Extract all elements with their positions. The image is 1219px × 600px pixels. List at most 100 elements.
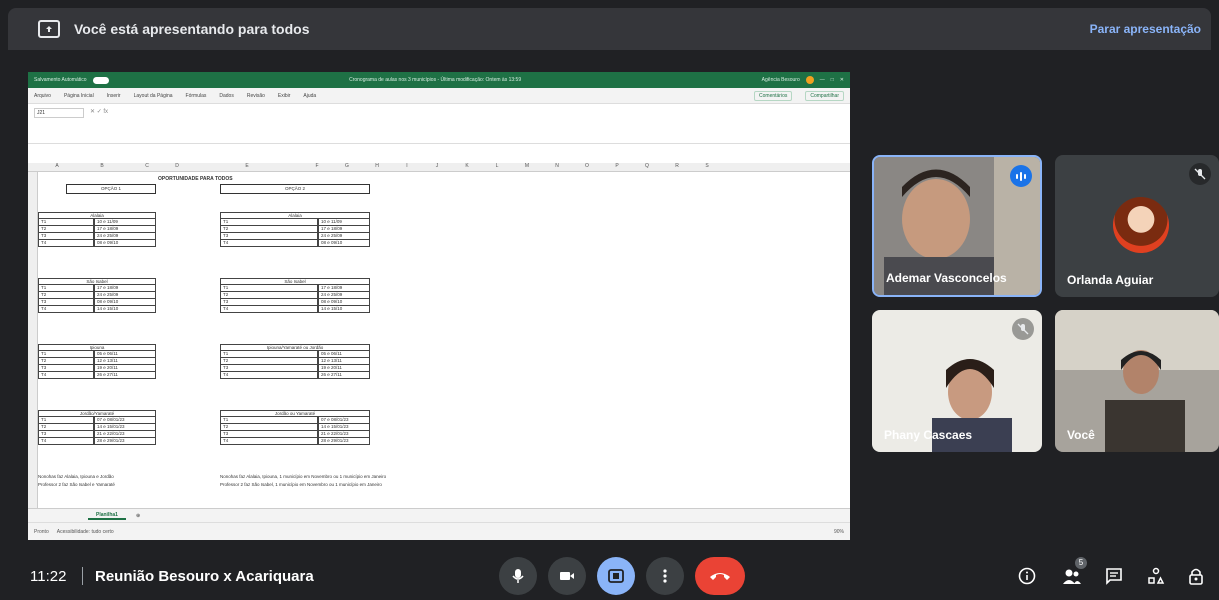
- mic-button[interactable]: [499, 557, 537, 595]
- ribbon-tab[interactable]: Inserir: [107, 93, 121, 99]
- hang-up-button[interactable]: [695, 557, 745, 595]
- camera-button[interactable]: [548, 557, 586, 595]
- column-header[interactable]: Q: [632, 163, 662, 171]
- stop-presenting-button[interactable]: Parar apresentação: [1090, 22, 1201, 36]
- date-cell[interactable]: 24 e 25/09: [318, 233, 370, 240]
- turma-cell[interactable]: T2: [220, 226, 318, 233]
- date-cell[interactable]: 21 e 22/01/23: [94, 431, 156, 438]
- date-cell[interactable]: 17 e 18/09: [94, 226, 156, 233]
- column-header[interactable]: P: [602, 163, 632, 171]
- column-header[interactable]: E: [192, 163, 302, 171]
- turma-cell[interactable]: T4: [38, 372, 94, 379]
- user-avatar-icon[interactable]: [805, 76, 814, 84]
- date-cell[interactable]: 14 e 15/10: [318, 306, 370, 313]
- turma-cell[interactable]: T4: [220, 372, 318, 379]
- turma-cell[interactable]: T3: [220, 431, 318, 438]
- column-header[interactable]: A: [42, 163, 72, 171]
- date-cell[interactable]: 26 e 27/11: [94, 372, 156, 379]
- turma-cell[interactable]: T2: [38, 292, 94, 299]
- column-header[interactable]: B: [72, 163, 132, 171]
- date-cell[interactable]: 07 e 08/01/23: [94, 417, 156, 424]
- date-cell[interactable]: 19 e 20/11: [318, 365, 370, 372]
- turma-cell[interactable]: T2: [220, 292, 318, 299]
- column-header[interactable]: L: [482, 163, 512, 171]
- date-cell[interactable]: 26 e 27/11: [318, 372, 370, 379]
- minimize-icon[interactable]: —: [820, 77, 825, 83]
- turma-cell[interactable]: T4: [38, 240, 94, 247]
- close-icon[interactable]: ✕: [840, 77, 844, 83]
- column-header[interactable]: N: [542, 163, 572, 171]
- add-sheet-icon[interactable]: ⊕: [136, 513, 140, 519]
- date-cell[interactable]: 08 e 09/10: [318, 240, 370, 247]
- date-cell[interactable]: 14 e 15/01/23: [318, 424, 370, 431]
- turma-cell[interactable]: T4: [38, 438, 94, 445]
- date-cell[interactable]: 12 e 13/11: [94, 358, 156, 365]
- date-cell[interactable]: 08 e 09/10: [94, 240, 156, 247]
- date-cell[interactable]: 24 e 25/09: [94, 292, 156, 299]
- date-cell[interactable]: 24 e 25/09: [94, 233, 156, 240]
- turma-cell[interactable]: T2: [38, 358, 94, 365]
- ribbon-tab[interactable]: Fórmulas: [186, 93, 207, 99]
- participant-tile-phany[interactable]: Phany Cascaes: [872, 310, 1042, 452]
- turma-cell[interactable]: T4: [220, 438, 318, 445]
- column-header[interactable]: M: [512, 163, 542, 171]
- autosave-toggle[interactable]: [92, 76, 109, 84]
- date-cell[interactable]: 17 e 18/09: [318, 285, 370, 292]
- turma-cell[interactable]: T3: [38, 299, 94, 306]
- fx-icon[interactable]: ✕ ✓ fx: [90, 108, 150, 118]
- ribbon-tab[interactable]: Exibir: [278, 93, 291, 99]
- column-header[interactable]: G: [332, 163, 362, 171]
- date-cell[interactable]: 17 e 18/09: [318, 226, 370, 233]
- turma-cell[interactable]: T3: [38, 365, 94, 372]
- turma-cell[interactable]: T3: [220, 365, 318, 372]
- column-header[interactable]: C: [132, 163, 162, 171]
- turma-cell[interactable]: T1: [220, 351, 318, 358]
- date-cell[interactable]: 10 e 11/09: [318, 219, 370, 226]
- turma-cell[interactable]: T1: [220, 285, 318, 292]
- date-cell[interactable]: 28 e 29/01/23: [94, 438, 156, 445]
- sheet-tab[interactable]: Planilha1: [88, 512, 126, 520]
- date-cell[interactable]: 17 e 18/09: [94, 285, 156, 292]
- ribbon-tab[interactable]: Layout da Página: [134, 93, 173, 99]
- comments-button[interactable]: Comentários: [754, 90, 793, 101]
- turma-cell[interactable]: T1: [38, 219, 94, 226]
- activities-button[interactable]: [1143, 563, 1169, 589]
- turma-cell[interactable]: T1: [220, 219, 318, 226]
- accessibility-status[interactable]: Acessibilidade: tudo certo: [57, 529, 114, 535]
- date-cell[interactable]: 14 e 15/01/23: [94, 424, 156, 431]
- turma-cell[interactable]: T2: [38, 226, 94, 233]
- column-header[interactable]: H: [362, 163, 392, 171]
- participant-tile-orlanda[interactable]: Orlanda Aguiar: [1055, 155, 1219, 297]
- present-button[interactable]: [597, 557, 635, 595]
- people-button[interactable]: 5: [1059, 557, 1087, 589]
- host-controls-button[interactable]: [1183, 563, 1209, 589]
- ribbon-tab[interactable]: Página Inicial: [64, 93, 94, 99]
- date-cell[interactable]: 19 e 20/11: [94, 365, 156, 372]
- share-button[interactable]: Compartilhar: [805, 90, 844, 101]
- date-cell[interactable]: 14 e 15/10: [94, 306, 156, 313]
- ribbon-tab[interactable]: Arquivo: [34, 93, 51, 99]
- turma-cell[interactable]: T3: [38, 431, 94, 438]
- turma-cell[interactable]: T1: [38, 285, 94, 292]
- participant-tile-self[interactable]: Você: [1055, 310, 1219, 452]
- participant-tile-ademar[interactable]: Ademar Vasconcelos: [872, 155, 1042, 297]
- turma-cell[interactable]: T3: [220, 233, 318, 240]
- turma-cell[interactable]: T4: [38, 306, 94, 313]
- more-options-button[interactable]: [646, 557, 684, 595]
- date-cell[interactable]: 07 e 08/01/23: [318, 417, 370, 424]
- ribbon-tab[interactable]: Revisão: [247, 93, 265, 99]
- ribbon-tab[interactable]: Ajuda: [303, 93, 316, 99]
- column-header[interactable]: F: [302, 163, 332, 171]
- date-cell[interactable]: 05 e 06/11: [94, 351, 156, 358]
- turma-cell[interactable]: T1: [38, 417, 94, 424]
- date-cell[interactable]: 08 e 09/10: [318, 299, 370, 306]
- maximize-icon[interactable]: □: [831, 77, 834, 83]
- date-cell[interactable]: 12 e 13/11: [318, 358, 370, 365]
- date-cell[interactable]: 21 e 22/01/23: [318, 431, 370, 438]
- turma-cell[interactable]: T2: [220, 358, 318, 365]
- turma-cell[interactable]: T1: [38, 351, 94, 358]
- meeting-info-button[interactable]: [1014, 563, 1040, 589]
- formula-input[interactable]: [156, 108, 844, 118]
- column-header[interactable]: K: [452, 163, 482, 171]
- name-box[interactable]: J21: [34, 108, 84, 118]
